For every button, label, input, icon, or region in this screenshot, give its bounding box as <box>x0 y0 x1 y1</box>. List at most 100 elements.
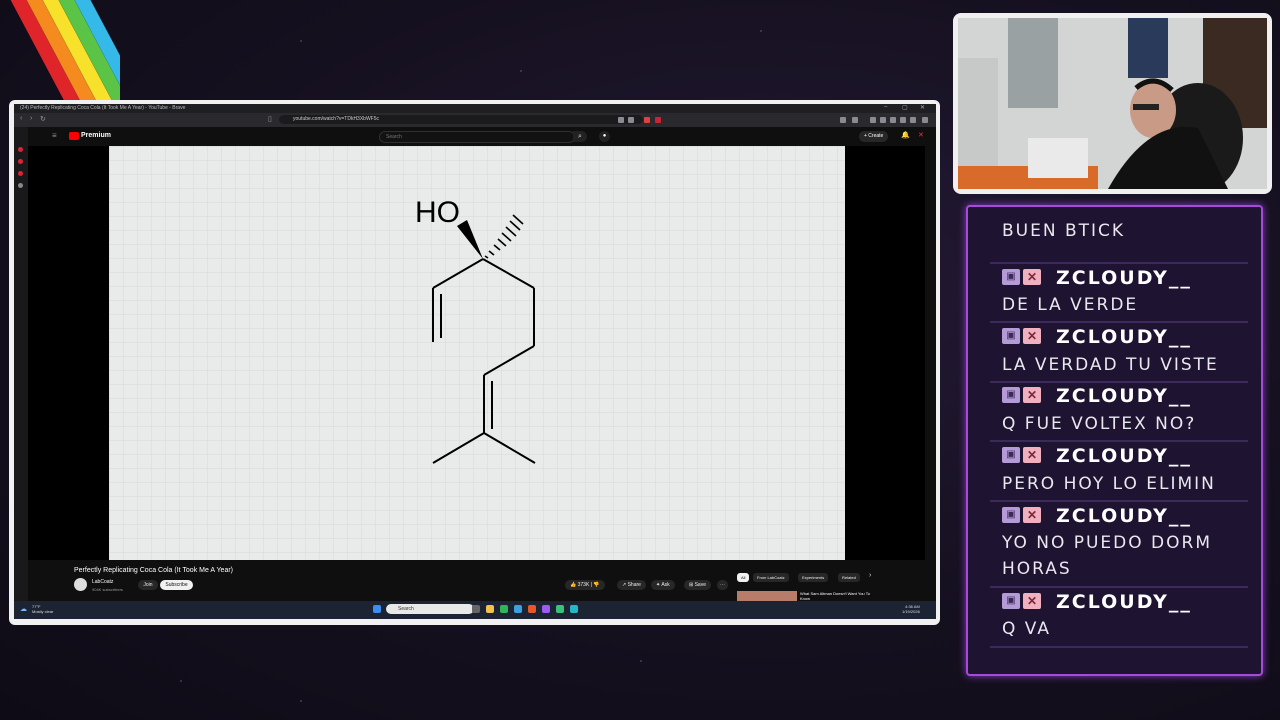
video-letterbox-right <box>845 146 925 560</box>
search-input[interactable]: Search <box>379 131 575 143</box>
chevron-right-icon[interactable]: › <box>869 572 871 579</box>
create-button[interactable]: + Create <box>859 131 889 142</box>
hamburger-menu-icon[interactable]: ≡ <box>52 131 57 140</box>
chat-divider <box>990 262 1248 264</box>
save-label: Save <box>694 582 706 588</box>
bg-star <box>640 660 642 662</box>
app-icon[interactable] <box>542 605 550 613</box>
app-icon[interactable] <box>500 605 508 613</box>
chat-divider <box>990 381 1248 383</box>
more-actions-icon[interactable]: ⋯ <box>717 580 728 590</box>
badge-x-icon: ✕ <box>1023 269 1041 285</box>
chat-message-text: Q VA <box>1002 619 1051 639</box>
chat-message-text: HORAS <box>1002 559 1072 579</box>
chat-message-text: DE LA VERDE <box>1002 295 1139 315</box>
weather-widget[interactable]: 77°F Mostly clear <box>32 604 53 614</box>
minimize-icon[interactable]: – <box>884 104 887 110</box>
badge-x-icon: ✕ <box>1023 507 1041 523</box>
extension-icon[interactable] <box>852 117 858 123</box>
rewards-icon[interactable] <box>655 117 661 123</box>
app-icon[interactable] <box>556 605 564 613</box>
extension-icon[interactable] <box>900 117 906 123</box>
windows-start-icon[interactable] <box>373 605 381 613</box>
video-player[interactable]: HO <box>109 146 845 560</box>
forward-icon[interactable]: › <box>30 115 32 122</box>
twitch-icon: ▣ <box>1002 328 1020 344</box>
sidebar-add-icon[interactable] <box>18 183 23 188</box>
twitch-icon: ▣ <box>1002 387 1020 403</box>
extension-icon[interactable] <box>618 117 624 123</box>
extension-icon[interactable] <box>870 117 876 123</box>
save-button[interactable]: ⊞ Save <box>684 580 711 590</box>
extension-icon[interactable] <box>880 117 886 123</box>
chip-from-channel[interactable]: From LabCoatz <box>753 573 789 582</box>
chip-experiments[interactable]: Experiments <box>798 573 829 582</box>
video-letterbox-left <box>28 146 109 560</box>
taskbar-search[interactable]: Search <box>386 604 474 614</box>
channel-name[interactable]: LabCoatz <box>92 579 113 585</box>
brave-shield-icon[interactable] <box>644 117 650 123</box>
menu-icon[interactable] <box>922 117 928 123</box>
ask-button[interactable]: ✦ Ask <box>651 580 675 590</box>
reload-icon[interactable]: ↻ <box>40 115 46 123</box>
sidebar-app-icon[interactable] <box>18 159 23 164</box>
like-count: 373K <box>577 582 590 588</box>
extension-icon[interactable] <box>910 117 916 123</box>
avatar[interactable]: ✕ <box>918 131 924 139</box>
bg-star <box>300 40 302 42</box>
maximize-icon[interactable]: ▢ <box>902 104 908 111</box>
chat-message-text: BUEN BTICK <box>1002 221 1126 241</box>
share-label: Share <box>627 582 641 588</box>
app-icon[interactable] <box>570 605 578 613</box>
chat-message-text: YO NO PUEDO DORM <box>1002 533 1213 553</box>
weather-desc: Mostly clear <box>32 609 54 614</box>
join-button[interactable]: Join <box>138 580 158 590</box>
back-icon[interactable]: ‹ <box>20 115 22 122</box>
youtube-logo-icon[interactable] <box>69 132 79 140</box>
ask-label: Ask <box>661 582 670 588</box>
app-icon[interactable] <box>514 605 522 613</box>
close-icon[interactable]: ✕ <box>920 104 925 111</box>
sidebar-app-icon[interactable] <box>18 147 23 152</box>
webcam-scene <box>958 18 1267 189</box>
browser-window: (24) Perfectly Replicating Coca Cola (It… <box>14 104 936 619</box>
extension-icon[interactable] <box>628 117 634 123</box>
search-icon[interactable]: ⌕ <box>573 131 587 142</box>
suggested-video-title[interactable]: What Sam Altman Doesn't Want You To Know <box>800 591 875 601</box>
title-bar: (24) Perfectly Replicating Coca Cola (It… <box>14 104 936 113</box>
chat-divider <box>990 500 1248 502</box>
like-button[interactable]: 👍 373K | 👎 <box>565 580 605 590</box>
chat-username: ZCLOUDY__ <box>1056 267 1192 289</box>
mic-icon[interactable]: ● <box>599 131 610 142</box>
address-bar: ‹ › ↻ ▯ youtube.com/watch?v=TDkH3XbWF5c <box>14 113 936 127</box>
bg-star <box>520 70 522 72</box>
bg-star <box>300 700 302 702</box>
bg-star <box>760 30 762 32</box>
video-title: Perfectly Replicating Coca Cola (It Took… <box>74 567 234 574</box>
chat-message-text: Q FUE VOLTEX NO? <box>1002 414 1197 434</box>
sidebar-app-icon[interactable] <box>18 171 23 176</box>
channel-avatar[interactable] <box>74 578 87 591</box>
molecule-drawing: HO <box>109 146 845 560</box>
subscribe-button[interactable]: Subscribe <box>160 580 193 590</box>
hydroxyl-label: HO <box>415 196 460 229</box>
chat-divider <box>990 321 1248 323</box>
chat-message-text: LA VERDAD TU VISTE <box>1002 355 1219 375</box>
window-title: (24) Perfectly Replicating Coca Cola (It… <box>20 105 186 111</box>
badge-x-icon: ✕ <box>1023 447 1041 463</box>
chip-all[interactable]: All <box>737 573 750 582</box>
url-field[interactable]: youtube.com/watch?v=TDkH3XbWF5c <box>279 115 643 124</box>
extension-icon[interactable] <box>890 117 896 123</box>
share-button[interactable]: ↗ Share <box>617 580 646 590</box>
chat-divider <box>990 440 1248 442</box>
task-view-icon[interactable] <box>472 605 480 613</box>
bookmark-icon[interactable]: ▯ <box>268 115 272 123</box>
badge-x-icon: ✕ <box>1023 593 1041 609</box>
file-explorer-icon[interactable] <box>486 605 494 613</box>
extension-icon[interactable] <box>840 117 846 123</box>
chip-related[interactable]: Related <box>838 573 860 582</box>
chat-username: ZCLOUDY__ <box>1056 445 1192 467</box>
brave-icon[interactable] <box>528 605 536 613</box>
clock[interactable]: 4:36 AM 1/19/2026 <box>902 604 920 614</box>
notifications-icon[interactable]: 🔔 <box>901 131 910 139</box>
